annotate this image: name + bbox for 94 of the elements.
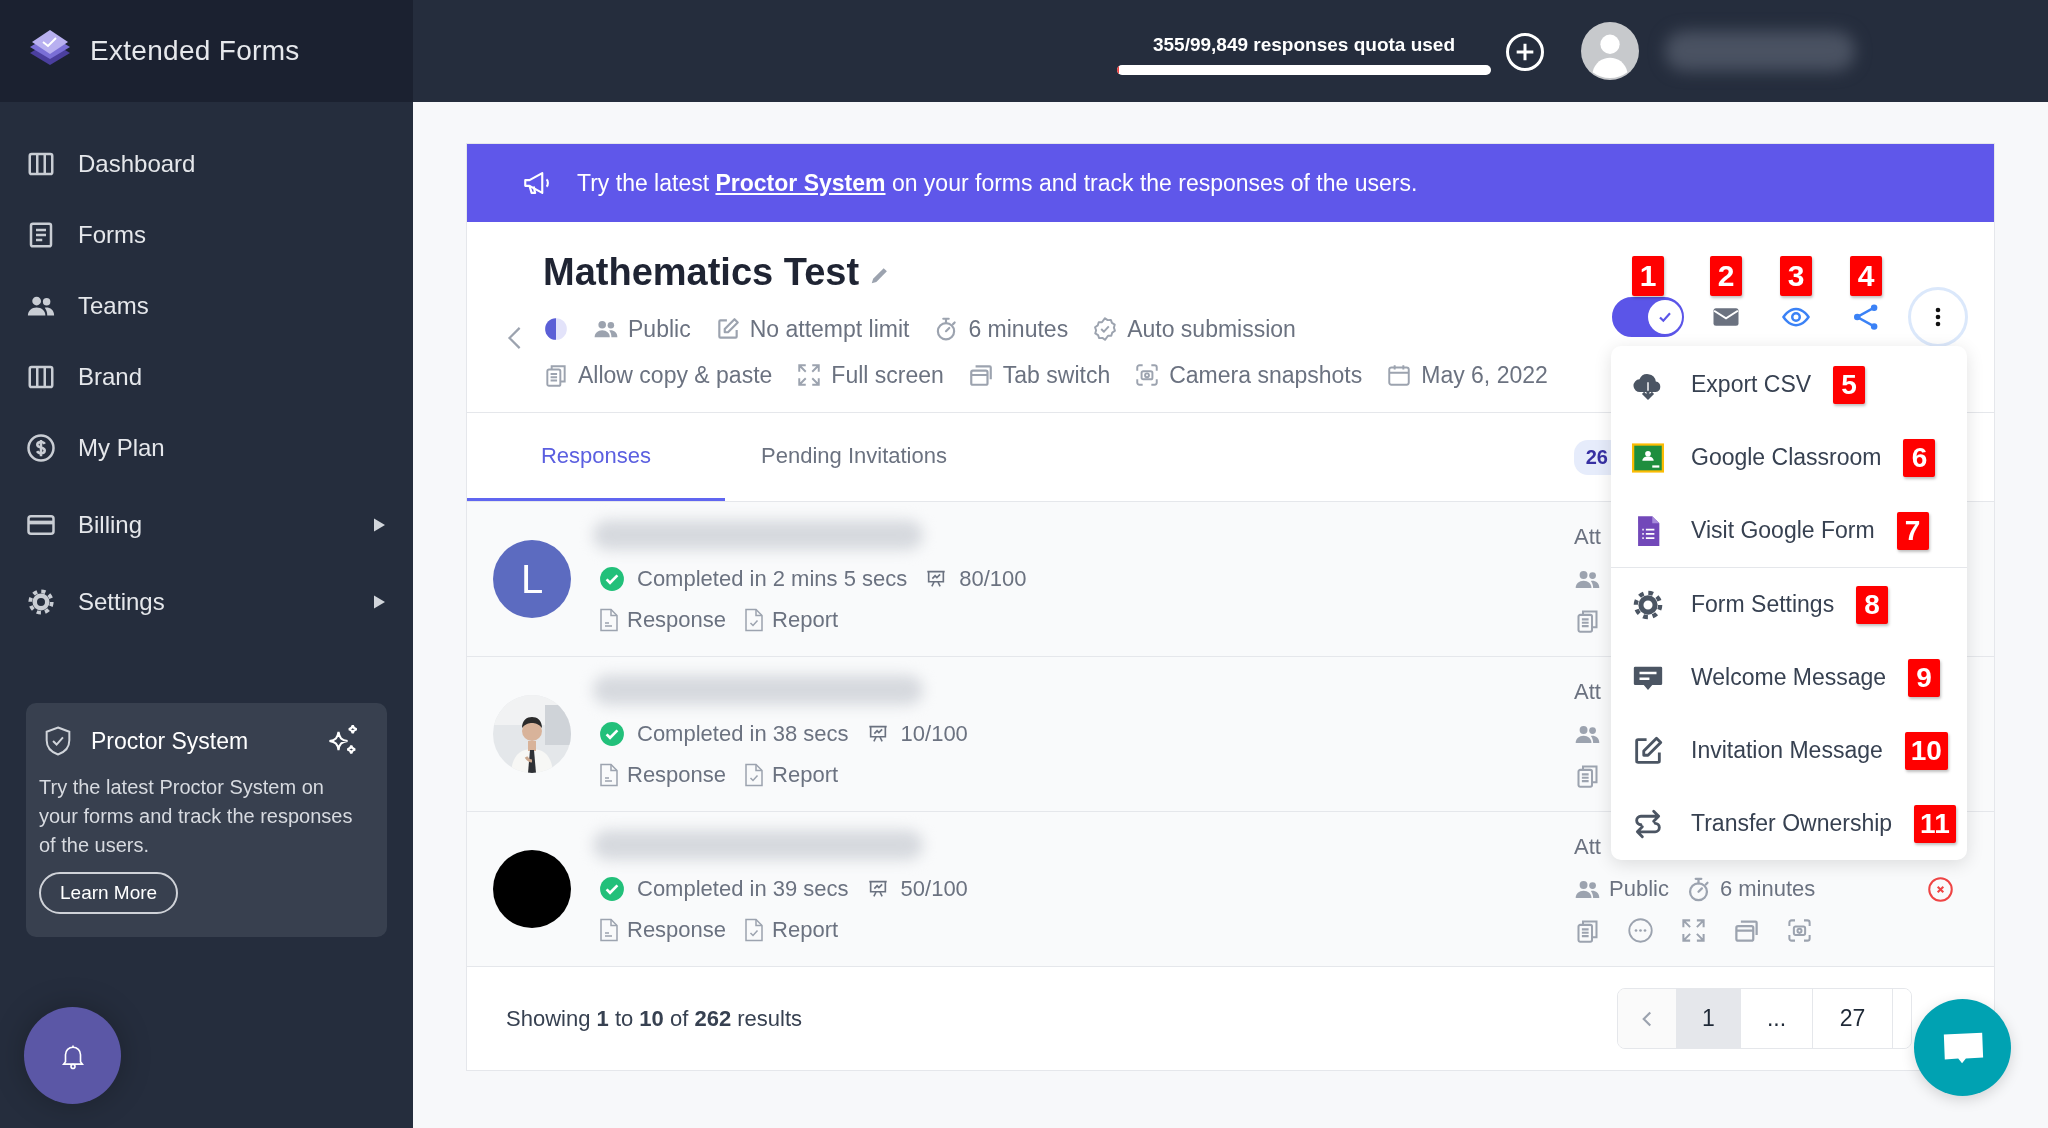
- link[interactable]: Report: [744, 917, 839, 943]
- step-number: 5: [1833, 365, 1866, 404]
- completion-time: Completed in 2 mins 5 secs: [637, 566, 908, 592]
- link[interactable]: Report: [744, 762, 839, 788]
- calendar-icon: [1386, 362, 1413, 388]
- document-check-icon: [744, 917, 765, 943]
- expand-icon: [796, 362, 823, 388]
- step-number: 8: [1856, 585, 1889, 624]
- results-summary: Showing 1 to 10 of 262 results: [506, 1005, 804, 1032]
- completion-time: Completed in 38 secs: [637, 721, 849, 747]
- form-setting: No attempt limit: [749, 315, 910, 343]
- score: 10/100: [900, 721, 968, 747]
- submenu-arrow-icon: [374, 594, 385, 609]
- windows-icon: [967, 362, 994, 388]
- menu-item[interactable]: Invitation Message: [1631, 733, 1883, 768]
- menu-item[interactable]: Welcome Message: [1631, 660, 1887, 695]
- sidebar-item[interactable]: Dashboard: [0, 128, 413, 199]
- sidebar-item[interactable]: Teams: [0, 270, 413, 341]
- step-number: 9: [1908, 658, 1941, 697]
- chart-board-icon: [925, 568, 948, 590]
- attempt-label: Att: [1574, 833, 1601, 861]
- more-button[interactable]: [1908, 287, 1968, 347]
- link[interactable]: Response: [599, 917, 727, 943]
- link[interactable]: Response: [599, 607, 727, 633]
- chart-board-icon: [866, 878, 889, 900]
- form-setting: Camera snapshots: [1169, 361, 1363, 389]
- step-number: 3: [1780, 256, 1812, 296]
- document-icon: [599, 762, 619, 788]
- gear-icon: [26, 586, 56, 617]
- form-setting: 6 minutes: [968, 315, 1069, 343]
- sidebar-item[interactable]: Forms: [0, 199, 413, 270]
- step-number: 2: [1710, 256, 1742, 296]
- chart-board-icon: [866, 723, 889, 745]
- form-setting: 6 minutes: [1719, 876, 1816, 902]
- sidebar-item[interactable]: Settings: [0, 566, 413, 637]
- document-icon: [599, 917, 619, 943]
- submenu-arrow-icon: [374, 517, 385, 532]
- dollar-icon: [26, 432, 56, 463]
- document-icon: [599, 607, 619, 633]
- attempt-label: Att: [1574, 678, 1601, 706]
- app-name: Extended Forms: [90, 35, 300, 67]
- learn-more-button[interactable]: Learn More: [39, 872, 179, 914]
- form-setting: Tab switch: [1002, 361, 1111, 389]
- camera-icon: [1786, 916, 1813, 944]
- page-button[interactable]: 1: [1676, 989, 1740, 1048]
- expand-icon: [1680, 916, 1707, 944]
- sidebar-item[interactable]: Billing: [0, 489, 413, 560]
- add-icon[interactable]: [1505, 32, 1545, 72]
- completion-time: Completed in 39 secs: [637, 876, 849, 902]
- document-check-icon: [744, 762, 765, 788]
- score: 50/100: [900, 876, 968, 902]
- step-number: 1: [1632, 256, 1664, 296]
- clipboard-icon: [543, 362, 569, 388]
- score: 80/100: [959, 566, 1027, 592]
- sidebar-item[interactable]: My Plan: [0, 412, 413, 483]
- menu-item[interactable]: Google Classroom: [1631, 440, 1882, 475]
- form-setting: Public: [1609, 876, 1669, 902]
- quota-label: 355/99,849 responses quota used: [1152, 33, 1455, 56]
- count-badge: 26: [1573, 439, 1612, 475]
- banner-text: Try the latest Proctor System on your forms and track the responses of the users.: [577, 169, 1418, 197]
- document-check-icon: [744, 607, 765, 633]
- menu-item[interactable]: Visit Google Form: [1631, 513, 1875, 548]
- menu-item[interactable]: Transfer Ownership: [1631, 806, 1893, 841]
- promo-title: Proctor System: [91, 727, 250, 755]
- dots-circle-icon: [1627, 916, 1654, 944]
- proctor-link[interactable]: Proctor System: [715, 169, 886, 196]
- attempt-label: Att: [1574, 523, 1601, 551]
- form-setting: Public: [628, 315, 691, 343]
- step-number: 7: [1896, 511, 1929, 550]
- step-number: 11: [1914, 804, 1956, 843]
- link[interactable]: Report: [744, 607, 839, 633]
- user-avatar[interactable]: [1581, 22, 1639, 80]
- camera-icon: [1134, 362, 1161, 388]
- step-number: 4: [1850, 256, 1882, 296]
- sidebar-item[interactable]: Brand: [0, 341, 413, 412]
- form-setting: Auto submission: [1127, 315, 1296, 343]
- step-number: 6: [1903, 438, 1936, 477]
- step-number: 10: [1904, 731, 1948, 770]
- avatar: L: [493, 540, 571, 618]
- half-circle-icon: [543, 316, 569, 342]
- form-setting: Full screen: [831, 361, 944, 389]
- classroom-icon: [1631, 440, 1665, 475]
- form-setting: May 6, 2022: [1421, 361, 1548, 389]
- publish-toggle[interactable]: [1612, 297, 1684, 337]
- link[interactable]: Response: [599, 762, 727, 788]
- promo-text: Try the latest Proctor System on your forms and track the responses of the users.: [39, 775, 354, 858]
- menu-item[interactable]: Export CSV: [1631, 367, 1812, 402]
- more-icon: [1934, 305, 1942, 329]
- menu-item[interactable]: Form Settings: [1631, 587, 1835, 622]
- back-icon[interactable]: [505, 324, 523, 352]
- form-title: Mathematics Test: [543, 250, 860, 294]
- form-setting: Allow copy & paste: [578, 361, 773, 389]
- tab[interactable]: Pending Invitations: [725, 413, 983, 501]
- check-badge-icon: [1092, 316, 1119, 342]
